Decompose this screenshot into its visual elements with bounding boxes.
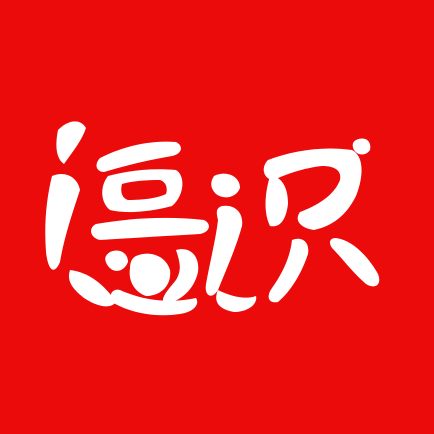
calligraphy-logo-icon <box>45 121 380 316</box>
glyph-de <box>45 121 209 316</box>
app-icon: 德识 <box>0 0 434 434</box>
glyph-shi <box>205 138 380 312</box>
